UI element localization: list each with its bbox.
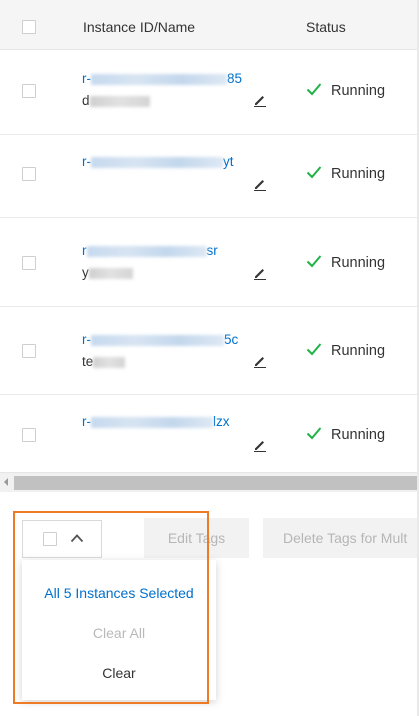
check-icon (306, 166, 322, 179)
check-icon (306, 255, 322, 268)
selection-dropdown: All 5 Instances Selected Clear All Clear (22, 560, 216, 700)
table-row: r-lzx Running (0, 395, 419, 472)
pencil-icon[interactable] (253, 177, 267, 191)
column-header-instance[interactable]: Instance ID/Name (83, 0, 195, 50)
horizontal-scrollbar[interactable] (0, 472, 419, 492)
bulk-select-toggle[interactable] (22, 520, 102, 558)
redacted-name (88, 267, 133, 279)
select-all-instances-option[interactable]: All 5 Instances Selected (22, 585, 216, 601)
redacted-id (91, 156, 223, 168)
pencil-icon[interactable] (253, 438, 267, 452)
column-header-status[interactable]: Status (306, 0, 346, 50)
instance-id-link[interactable]: r-lzx (82, 414, 230, 429)
status-cell: Running (306, 342, 385, 359)
row-checkbox[interactable] (22, 428, 36, 442)
row-checkbox[interactable] (22, 84, 36, 98)
pencil-icon[interactable] (253, 93, 267, 107)
edit-tags-button[interactable]: Edit Tags (144, 518, 249, 558)
status-cell: Running (306, 165, 385, 182)
redacted-id (91, 416, 213, 428)
redacted-name (93, 356, 126, 368)
clear-option[interactable]: Clear (22, 665, 216, 681)
clear-all-option[interactable]: Clear All (22, 625, 216, 641)
status-cell: Running (306, 426, 385, 443)
row-checkbox[interactable] (22, 256, 36, 270)
instance-id-link[interactable]: r-yt (82, 154, 234, 169)
row-checkbox[interactable] (22, 167, 36, 181)
status-cell: Running (306, 254, 385, 271)
chevron-up-icon[interactable] (70, 533, 84, 543)
status-label: Running (331, 427, 386, 443)
redacted-id (86, 245, 207, 257)
status-label: Running (331, 83, 386, 99)
instance-name: y (82, 265, 133, 280)
table-row: r sr y Running (0, 218, 419, 307)
table-row: r- 5c te Running (0, 307, 419, 395)
instance-name: d (82, 93, 150, 108)
select-all-checkbox[interactable] (22, 20, 36, 34)
pencil-icon[interactable] (253, 354, 267, 368)
status-label: Running (331, 255, 386, 271)
check-icon (306, 83, 322, 96)
bulk-select-checkbox[interactable] (43, 532, 57, 546)
status-cell: Running (306, 82, 385, 99)
check-icon (306, 343, 322, 356)
delete-tags-button[interactable]: Delete Tags for Mult (263, 518, 419, 558)
instance-id-link[interactable]: r sr (82, 243, 218, 258)
table-header: Instance ID/Name Status (0, 0, 419, 50)
status-label: Running (331, 166, 386, 182)
redacted-id (91, 334, 224, 346)
instance-id-link[interactable]: r- 85 (82, 71, 242, 86)
table-row: r-yt Running (0, 135, 419, 218)
instance-id-link[interactable]: r- 5c (82, 332, 238, 347)
scrollbar-thumb[interactable] (14, 476, 419, 490)
redacted-name (89, 95, 150, 107)
pencil-icon[interactable] (253, 266, 267, 280)
scroll-left-icon[interactable] (4, 478, 8, 486)
table-row: r- 85 d Running (0, 51, 419, 135)
row-checkbox[interactable] (22, 344, 36, 358)
instance-name: te (82, 354, 126, 369)
status-label: Running (331, 343, 386, 359)
check-icon (306, 427, 322, 440)
redacted-id (91, 73, 227, 85)
